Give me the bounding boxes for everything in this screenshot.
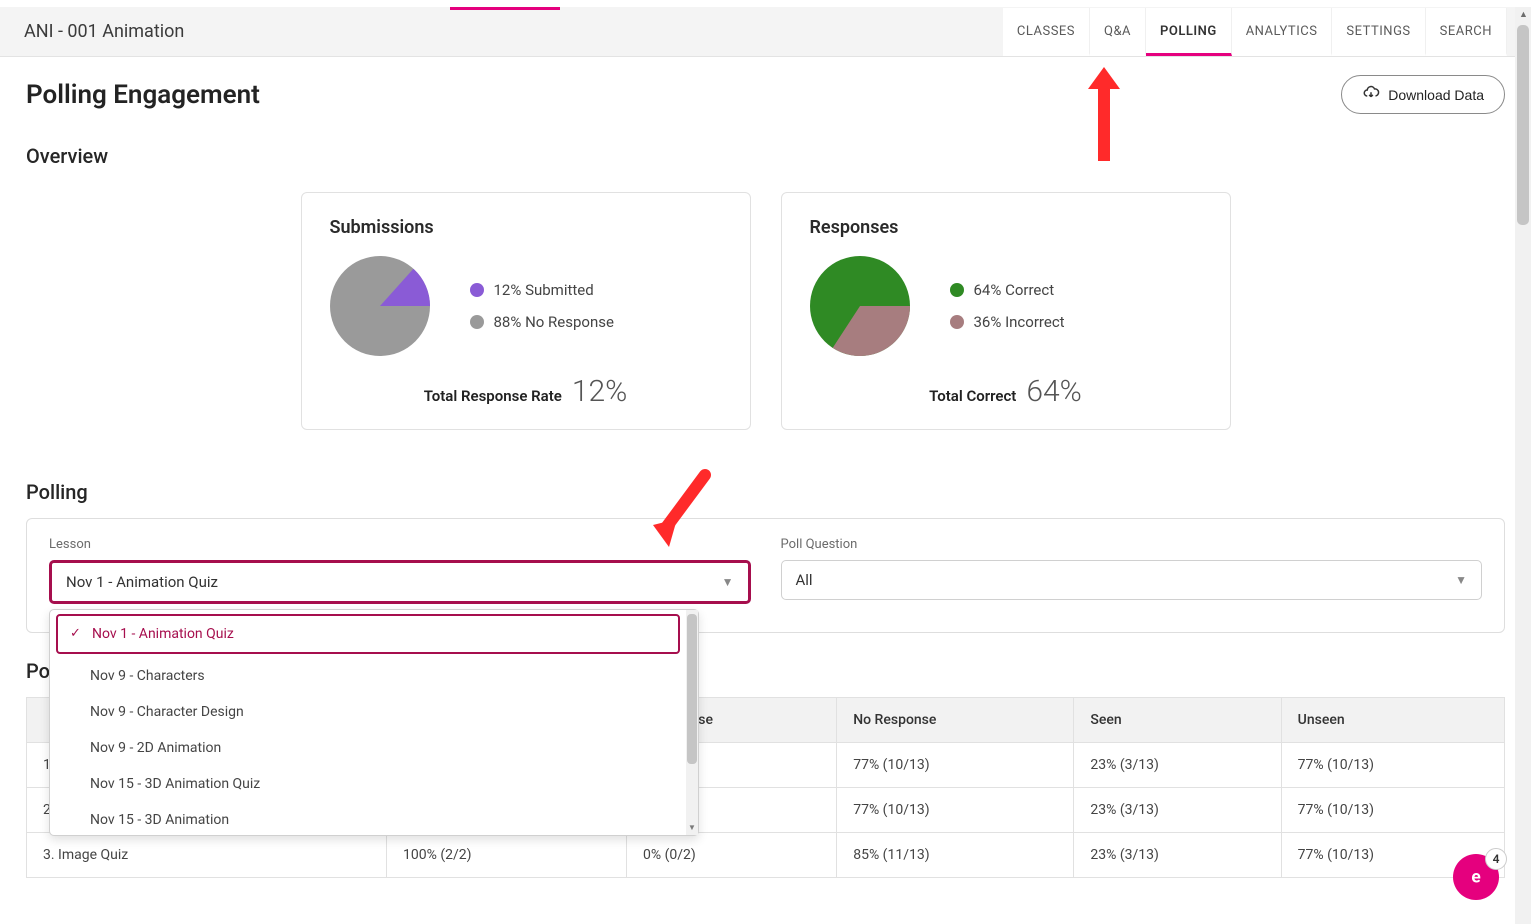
swatch-icon: [950, 283, 964, 297]
poll-question-select[interactable]: All ▼: [781, 560, 1483, 600]
cell: 23% (3/13): [1074, 743, 1281, 788]
submissions-card: Submissions 12% Submitted 88% No Respons…: [301, 192, 751, 430]
tab-qa[interactable]: Q&A: [1090, 8, 1146, 56]
cell: 100% (2/2): [387, 833, 627, 878]
col-header: Seen: [1074, 698, 1281, 743]
top-accent-bar: [450, 7, 560, 10]
poll-question-filter-col: Poll Question All ▼: [781, 537, 1483, 604]
lesson-option[interactable]: Nov 1 - Animation Quiz: [56, 614, 680, 654]
fab-badge: 4: [1485, 848, 1507, 870]
cloud-download-icon: [1362, 84, 1380, 105]
legend-label: 88% No Response: [494, 313, 614, 331]
legend-label: 36% Incorrect: [974, 313, 1065, 331]
submissions-pie-chart: [330, 256, 430, 356]
table-row: 3. Image Quiz 100% (2/2) 0% (0/2) 85% (1…: [27, 833, 1505, 878]
title-row: Polling Engagement Download Data: [26, 75, 1505, 114]
scrollbar-thumb[interactable]: [687, 614, 697, 764]
cell: 77% (10/13): [1281, 743, 1504, 788]
dropdown-scrollbar[interactable]: ▼: [686, 610, 698, 835]
cell: 3. Image Quiz: [27, 833, 387, 878]
lesson-filter-col: Lesson Nov 1 - Animation Quiz ▼: [49, 537, 751, 604]
overview-cards: Submissions 12% Submitted 88% No Respons…: [26, 192, 1505, 430]
cell: 23% (3/13): [1074, 833, 1281, 878]
tab-search[interactable]: SEARCH: [1426, 8, 1507, 56]
cell: 85% (11/13): [837, 833, 1074, 878]
foot-label: Total Response Rate: [424, 387, 562, 405]
letter-e-icon: e: [1463, 864, 1489, 890]
responses-card: Responses 64% Correct 36% Incorrect Tota…: [781, 192, 1231, 430]
col-header: No Response: [837, 698, 1074, 743]
responses-legend: 64% Correct 36% Incorrect: [950, 281, 1065, 331]
cell: 77% (10/13): [1281, 788, 1504, 833]
legend-label: 12% Submitted: [494, 281, 594, 299]
page-scrollbar[interactable]: ▲: [1515, 7, 1531, 924]
tab-settings[interactable]: SETTINGS: [1332, 8, 1425, 56]
responses-pie-chart: [810, 256, 910, 356]
foot-value: 12%: [572, 374, 627, 409]
cell: 0% (0/2): [627, 833, 837, 878]
submissions-title: Submissions: [330, 217, 722, 238]
responses-footer: Total Correct 64%: [810, 374, 1202, 409]
legend-item: 12% Submitted: [470, 281, 614, 299]
cell: 23% (3/13): [1074, 788, 1281, 833]
tab-analytics[interactable]: ANALYTICS: [1232, 8, 1333, 56]
cell: 77% (10/13): [837, 743, 1074, 788]
swatch-icon: [950, 315, 964, 329]
lesson-option[interactable]: Nov 9 - Character Design: [50, 694, 686, 730]
lesson-option[interactable]: Nov 9 - Characters: [50, 658, 686, 694]
col-header: Unseen: [1281, 698, 1504, 743]
tab-classes[interactable]: CLASSES: [1003, 8, 1090, 56]
polling-heading: Polling: [26, 480, 1505, 504]
lesson-dropdown: Nov 1 - Animation Quiz Nov 9 - Character…: [49, 609, 699, 836]
chevron-down-icon: ▼: [1455, 573, 1467, 587]
swatch-icon: [470, 283, 484, 297]
legend-item: 36% Incorrect: [950, 313, 1065, 331]
lesson-selected-value: Nov 1 - Animation Quiz: [66, 573, 218, 591]
poll-question-label: Poll Question: [781, 537, 1483, 552]
annotation-arrow-tab: [1098, 67, 1120, 161]
poll-question-selected-value: All: [796, 571, 813, 589]
download-label: Download Data: [1388, 87, 1484, 103]
lesson-option[interactable]: Nov 15 - 3D Animation: [50, 802, 686, 835]
foot-label: Total Correct: [929, 387, 1016, 405]
chevron-down-icon: ▼: [688, 823, 696, 832]
header-bar: ANI - 001 Animation CLASSES Q&A POLLING …: [0, 7, 1531, 57]
page-title: Polling Engagement: [26, 80, 260, 110]
help-fab[interactable]: e 4: [1453, 854, 1499, 900]
scrollbar-thumb[interactable]: [1517, 25, 1529, 225]
responses-title: Responses: [810, 217, 1202, 238]
chevron-up-icon: ▲: [1519, 9, 1528, 20]
tab-polling[interactable]: POLLING: [1146, 8, 1232, 56]
foot-value: 64%: [1026, 374, 1081, 409]
annotation-arrow-select: [647, 467, 717, 561]
swatch-icon: [470, 315, 484, 329]
legend-item: 64% Correct: [950, 281, 1065, 299]
course-title: ANI - 001 Animation: [24, 21, 184, 42]
lesson-option[interactable]: Nov 15 - 3D Animation Quiz: [50, 766, 686, 802]
download-data-button[interactable]: Download Data: [1341, 75, 1505, 114]
top-tabs: CLASSES Q&A POLLING ANALYTICS SETTINGS S…: [1003, 8, 1507, 56]
legend-item: 88% No Response: [470, 313, 614, 331]
submissions-footer: Total Response Rate 12%: [330, 374, 722, 409]
lesson-option[interactable]: Nov 9 - 2D Animation: [50, 730, 686, 766]
cell: 77% (10/13): [837, 788, 1074, 833]
svg-text:e: e: [1471, 867, 1480, 887]
filter-box: Lesson Nov 1 - Animation Quiz ▼ Poll Que…: [26, 518, 1505, 633]
legend-label: 64% Correct: [974, 281, 1055, 299]
chevron-down-icon: ▼: [722, 575, 734, 589]
lesson-label: Lesson: [49, 537, 751, 552]
overview-heading: Overview: [26, 144, 1505, 168]
main-content: Polling Engagement Download Data Overvie…: [0, 57, 1531, 878]
lesson-select[interactable]: Nov 1 - Animation Quiz ▼: [49, 560, 751, 604]
submissions-legend: 12% Submitted 88% No Response: [470, 281, 614, 331]
